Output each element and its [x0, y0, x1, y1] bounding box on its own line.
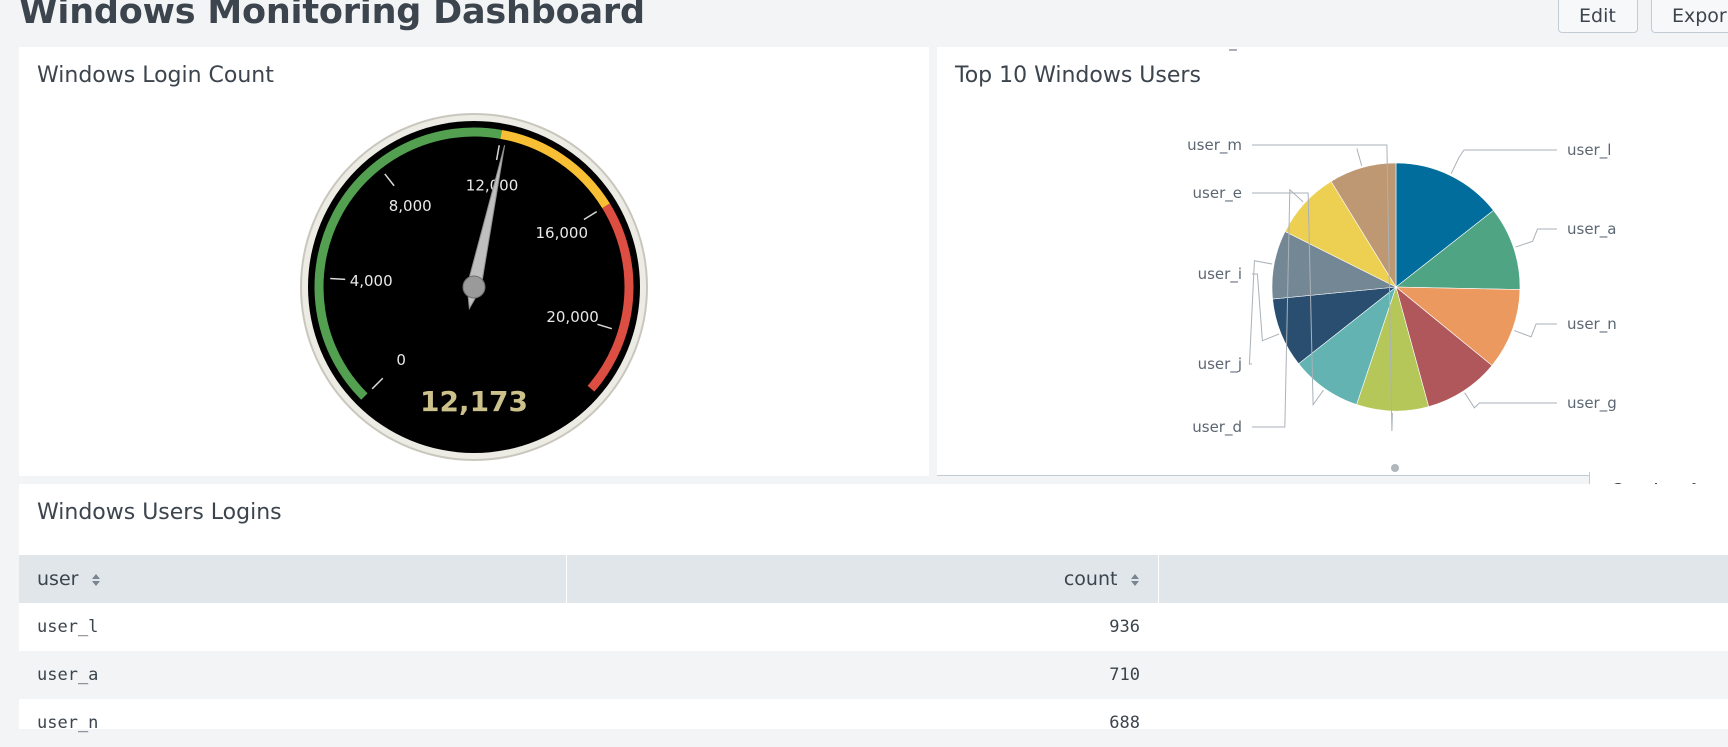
- gauge-tick-label: 4,000: [350, 272, 393, 290]
- table-panel-title: Windows Users Logins: [37, 500, 282, 525]
- pie-label: user_f: [1197, 47, 1243, 52]
- pie-leader-line: [1356, 148, 1363, 166]
- pie-leader-line: [1464, 392, 1557, 409]
- divider: [937, 475, 1589, 476]
- pie-label: user_n: [1567, 315, 1617, 334]
- pie-leader-line: [1514, 323, 1557, 338]
- pie-panel: Top 10 Windows Users user_l user_a user_n u…: [937, 47, 1728, 476]
- login-count-gauge: 04,0008,00012,00016,00020,000 12,173: [300, 113, 648, 461]
- table-row[interactable]: user_n 688: [19, 699, 1728, 747]
- pie-label: user_m: [1187, 136, 1242, 155]
- cell-count: 710: [566, 651, 1158, 699]
- edit-button[interactable]: Edit: [1558, 0, 1638, 33]
- gauge-tick-label: 0: [396, 351, 406, 369]
- cell-user: user_l: [37, 617, 99, 637]
- top-users-pie-chart: user_luser_auser_nuser_guser_muser_euser…: [1187, 47, 1617, 472]
- cell-count: 688: [1109, 713, 1140, 733]
- cell-user: user_a: [19, 651, 566, 699]
- pie-label: user_l: [1567, 141, 1611, 160]
- pie-label: user_e: [1193, 184, 1242, 203]
- gauge-panel: Windows Login Count 0 4,000 8,000 12,000 16,…: [19, 47, 929, 476]
- export-button[interactable]: Expor: [1651, 0, 1728, 33]
- pie-leader-line: [1450, 149, 1557, 174]
- column-header-count[interactable]: count: [566, 555, 1159, 603]
- pie-label: user_j: [1198, 355, 1242, 374]
- cell-user: user_n: [37, 713, 99, 733]
- pie-label: user_i: [1198, 265, 1242, 284]
- gauge-tick: [330, 277, 346, 281]
- table-row[interactable]: user_l 936: [19, 603, 1728, 651]
- gauge-tick-label: 8,000: [389, 197, 432, 215]
- pie-leader-line: [1515, 228, 1557, 248]
- page-title: Windows Monitoring Dashboard: [19, 0, 645, 32]
- pie-label: user_g: [1567, 394, 1617, 413]
- pie-label: user_d: [1192, 418, 1242, 437]
- sort-icon[interactable]: [1130, 573, 1140, 587]
- pie-leader-line: [1248, 260, 1273, 365]
- table-panel: Windows Users Logins user count user_l 9…: [19, 484, 1728, 733]
- column-header-user[interactable]: user: [19, 555, 567, 603]
- pie-label: user_a: [1567, 220, 1616, 239]
- users-logins-table: user count user_l 936 user_a 710 user_n …: [19, 555, 1728, 747]
- cell-count: 936: [1109, 617, 1140, 637]
- gauge-value: 12,173: [420, 385, 528, 418]
- column-header-empty: [1158, 555, 1728, 603]
- gauge-tick-label: 16,000: [536, 224, 589, 242]
- table-row[interactable]: user_a 710: [19, 651, 1728, 699]
- gauge-tick-label: 20,000: [546, 308, 599, 326]
- sort-icon[interactable]: [91, 573, 101, 587]
- pager-dot[interactable]: [1391, 464, 1399, 472]
